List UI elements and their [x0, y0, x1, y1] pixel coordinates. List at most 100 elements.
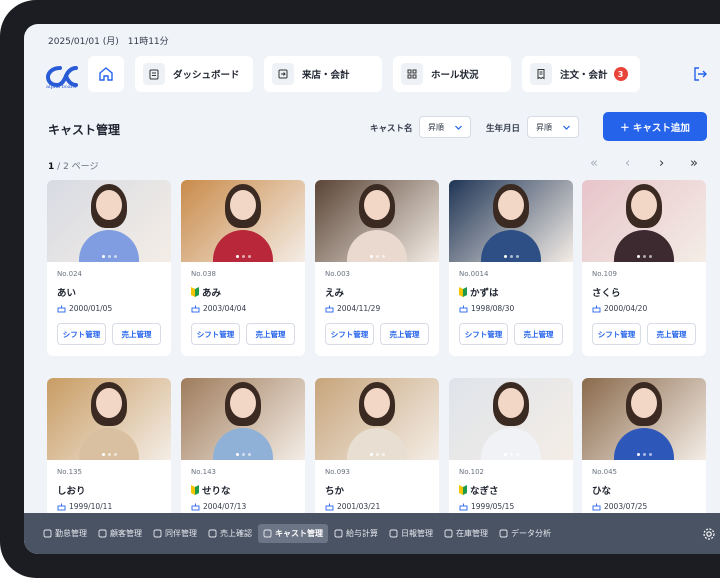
- cast-info: No.0014 かずは 1998/08/30 シフト管理 売上管理: [449, 262, 573, 345]
- bottom-tab-clock[interactable]: 勤怠管理: [38, 524, 92, 543]
- page-suffix: ページ: [71, 162, 99, 172]
- photo-carousel-dots[interactable]: [449, 453, 573, 456]
- filter-birth-select[interactable]: 昇順: [527, 116, 579, 138]
- photo-carousel-dots[interactable]: [47, 453, 171, 456]
- filter-name-value: 昇順: [428, 122, 444, 132]
- next-page-button[interactable]: ›: [659, 156, 664, 171]
- bottom-tab-box[interactable]: 在庫管理: [439, 524, 493, 543]
- cast-birthdate-row: 1998/08/30: [459, 304, 563, 313]
- tablet-frame: 2025/01/01 (月) 11時11分 alpha board ダッシュボー…: [0, 0, 720, 578]
- cast-birthdate-row: 2004/07/13: [191, 502, 295, 511]
- shift-manage-button[interactable]: シフト管理: [592, 323, 641, 345]
- cast-name-row: ちか: [325, 483, 429, 497]
- photo-face: [631, 388, 657, 418]
- photo-carousel-dots[interactable]: [47, 255, 171, 258]
- logout-icon[interactable]: [692, 66, 708, 82]
- nav-label: 注文・会計: [560, 70, 608, 81]
- shift-manage-button[interactable]: シフト管理: [459, 323, 508, 345]
- photo-carousel-dots[interactable]: [181, 453, 305, 456]
- photo-face: [230, 190, 256, 220]
- bottom-tab-pair[interactable]: 同伴管理: [148, 524, 202, 543]
- cast-card[interactable]: No.0014 かずは 1998/08/30 シフト管理 売上管理: [449, 180, 573, 356]
- cast-number: No.0014: [459, 270, 489, 278]
- bottom-tab-calendar[interactable]: 日報管理: [384, 524, 438, 543]
- cast-number: No.038: [191, 270, 216, 278]
- nav-orders[interactable]: 注文・会計 3: [522, 56, 640, 92]
- cast-name-row: ひな: [592, 483, 696, 497]
- shift-manage-button[interactable]: シフト管理: [57, 323, 106, 345]
- gear-icon[interactable]: [702, 527, 716, 541]
- nav-label: ホール状況: [431, 70, 479, 81]
- cake-icon: [459, 305, 468, 313]
- home-button[interactable]: [88, 56, 124, 92]
- shift-manage-button[interactable]: シフト管理: [191, 323, 240, 345]
- app-screen: 2025/01/01 (月) 11時11分 alpha board ダッシュボー…: [24, 24, 720, 554]
- cast-card[interactable]: No.038 あみ 2003/04/04 シフト管理 売上管理: [181, 180, 305, 356]
- page-title: キャスト管理: [48, 123, 121, 137]
- cast-photo[interactable]: [181, 378, 305, 460]
- photo-carousel-dots[interactable]: [315, 453, 439, 456]
- cast-info: No.003 えみ 2004/11/29 シフト管理 売上管理: [315, 262, 439, 345]
- cast-actions: シフト管理売上管理: [191, 323, 295, 345]
- cast-card[interactable]: No.003 えみ 2004/11/29 シフト管理 売上管理: [315, 180, 439, 356]
- nav-checkin[interactable]: 来店・会計: [264, 56, 382, 92]
- bottom-tab-label: 日報管理: [401, 529, 433, 538]
- bottom-tab-cast[interactable]: キャスト管理: [258, 524, 328, 543]
- cast-name: あみ: [202, 288, 222, 299]
- receipt-icon: [530, 63, 552, 85]
- cast-photo[interactable]: [449, 378, 573, 460]
- photo-carousel-dots[interactable]: [582, 255, 706, 258]
- first-page-button[interactable]: «: [590, 156, 598, 171]
- nav-hall-status[interactable]: ホール状況: [393, 56, 511, 92]
- bottom-tab-chart[interactable]: データ分析: [494, 524, 556, 543]
- photo-carousel-dots[interactable]: [315, 255, 439, 258]
- sales-manage-button[interactable]: 売上管理: [246, 323, 295, 345]
- calendar-icon: [389, 529, 398, 538]
- cast-photo[interactable]: [47, 180, 171, 262]
- bottom-tab-calc[interactable]: 給与計算: [329, 524, 383, 543]
- page-current: 1: [48, 162, 55, 172]
- photo-carousel-dots[interactable]: [181, 255, 305, 258]
- sales-manage-button[interactable]: 売上管理: [514, 323, 563, 345]
- cast-birthdate: 1999/10/11: [69, 502, 113, 511]
- cast-photo[interactable]: [47, 378, 171, 460]
- photo-carousel-dots[interactable]: [582, 453, 706, 456]
- last-page-button[interactable]: »: [690, 156, 698, 171]
- cast-photo[interactable]: [582, 378, 706, 460]
- filter-birth-value: 昇順: [536, 122, 552, 132]
- bottom-tab-bag[interactable]: 売上確認: [203, 524, 257, 543]
- sales-manage-button[interactable]: 売上管理: [647, 323, 696, 345]
- bottom-tab-label: 顧客管理: [110, 529, 142, 538]
- cast-card[interactable]: No.024 あい 2000/01/05 シフト管理 売上管理: [47, 180, 171, 356]
- photo-carousel-dots[interactable]: [449, 255, 573, 258]
- cast-number: No.003: [325, 270, 350, 278]
- cast-birthdate-row: 2000/04/20: [592, 304, 696, 313]
- clipboard-icon: [143, 63, 165, 85]
- nav-dashboard[interactable]: ダッシュボード: [135, 56, 253, 92]
- beginner-mark-icon: [191, 485, 199, 495]
- cast-photo[interactable]: [315, 180, 439, 262]
- cast-number: No.093: [325, 468, 350, 476]
- cast-birthdate-row: 2000/01/05: [57, 304, 161, 313]
- cast-photo[interactable]: [582, 180, 706, 262]
- prev-page-button[interactable]: ‹: [625, 156, 630, 171]
- current-datetime: 2025/01/01 (月) 11時11分: [48, 37, 169, 47]
- cast-card[interactable]: No.109 さくら 2000/04/20 シフト管理 売上管理: [582, 180, 706, 356]
- cast-photo[interactable]: [315, 378, 439, 460]
- chevron-down-icon: [455, 125, 462, 130]
- add-cast-button[interactable]: ＋ キャスト追加: [603, 112, 707, 141]
- cake-icon: [592, 305, 601, 313]
- bottom-tab-users[interactable]: 顧客管理: [93, 524, 147, 543]
- cast-actions: シフト管理売上管理: [325, 323, 429, 345]
- sales-manage-button[interactable]: 売上管理: [112, 323, 161, 345]
- filter-name-select[interactable]: 昇順: [419, 116, 471, 138]
- filter-birth-label: 生年月日: [486, 124, 521, 134]
- cast-photo[interactable]: [181, 180, 305, 262]
- cast-birthdate: 1999/05/15: [471, 502, 515, 511]
- cast-photo[interactable]: [449, 180, 573, 262]
- shift-manage-button[interactable]: シフト管理: [325, 323, 374, 345]
- chart-icon: [499, 529, 508, 538]
- cast-birthdate-row: 1999/05/15: [459, 502, 563, 511]
- sales-manage-button[interactable]: 売上管理: [380, 323, 429, 345]
- clock-icon: [43, 529, 52, 538]
